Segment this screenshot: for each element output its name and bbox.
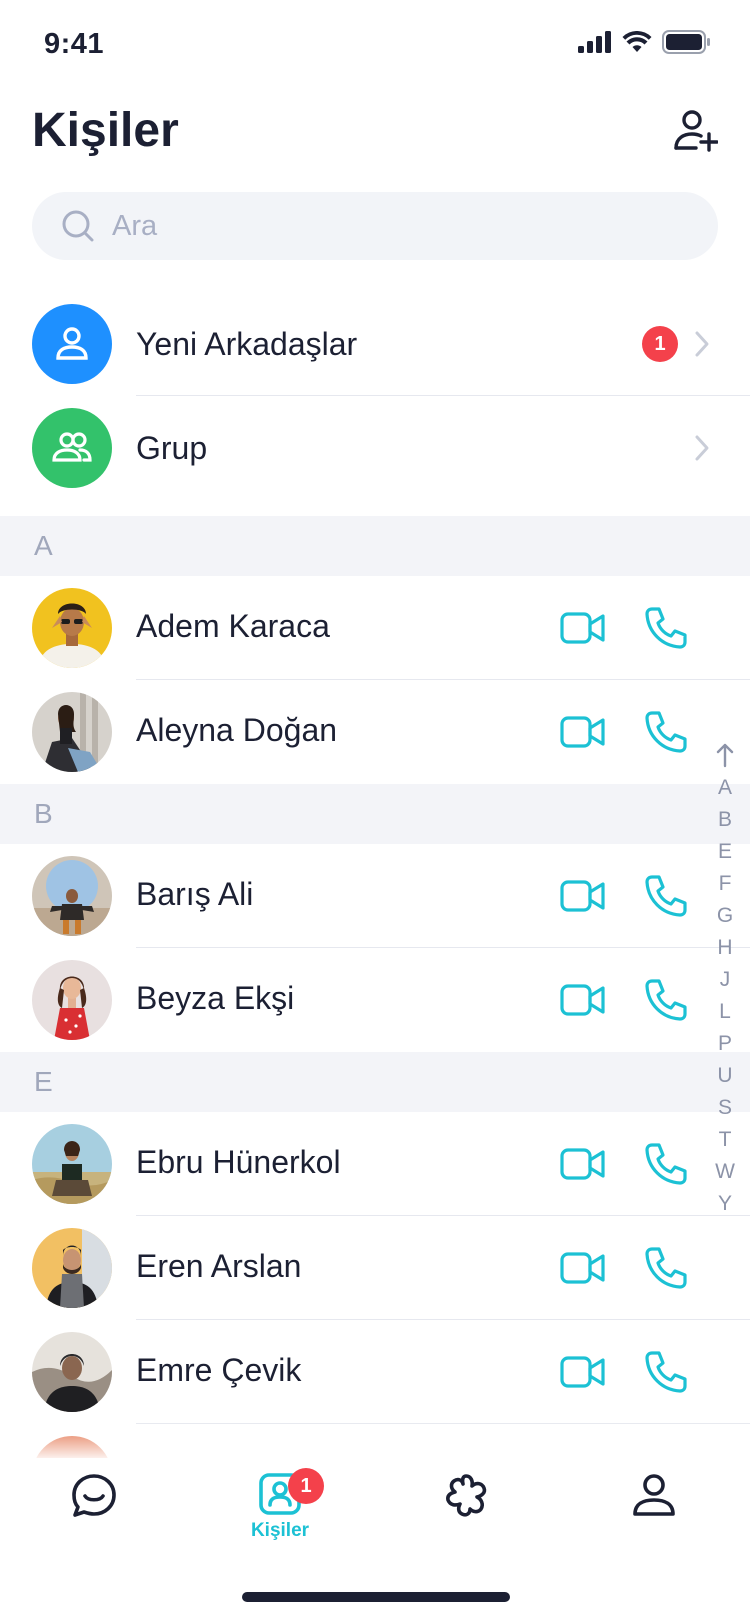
contact-row[interactable]: Ebru Hünerkol [0, 1112, 750, 1216]
contacts-list: A Adem Karaca Aleyna Doğan B Barış Ali B… [0, 516, 750, 1528]
video-call-icon[interactable] [560, 1144, 606, 1184]
index-letter[interactable]: W [715, 1156, 735, 1188]
status-time: 9:41 [44, 28, 105, 60]
group-icon [32, 408, 112, 488]
section-header-a: A [0, 516, 750, 576]
video-call-icon[interactable] [560, 1248, 606, 1288]
group-row[interactable]: Grup [0, 396, 750, 500]
add-user-icon [674, 110, 718, 152]
contact-name: Ebru Hünerkol [136, 1144, 341, 1180]
phone-icon[interactable] [644, 606, 688, 650]
page-title: Kişiler [32, 104, 179, 157]
phone-icon[interactable] [644, 1142, 688, 1186]
index-letter[interactable]: J [720, 964, 731, 996]
section-header-b: B [0, 784, 750, 844]
wifi-icon [622, 31, 652, 52]
video-call-icon[interactable] [560, 608, 606, 648]
contact-row[interactable]: Eren Arslan [0, 1216, 750, 1320]
add-contact-button[interactable] [672, 106, 720, 154]
tab-profile[interactable] [594, 1472, 714, 1562]
avatar [32, 1124, 112, 1204]
avatar [32, 588, 112, 668]
list-fade [0, 1420, 750, 1458]
status-icons [578, 30, 710, 54]
index-letter[interactable]: L [719, 996, 731, 1028]
status-bar: 9:41 [0, 0, 750, 90]
video-call-icon[interactable] [560, 980, 606, 1020]
video-call-icon[interactable] [560, 1352, 606, 1392]
avatar [32, 960, 112, 1040]
tab-contacts-label: Kişiler [250, 1520, 310, 1541]
phone-icon[interactable] [644, 1350, 688, 1394]
index-letter[interactable]: E [718, 836, 732, 868]
contact-name: Eren Arslan [136, 1248, 302, 1284]
contact-row[interactable]: Adem Karaca [0, 576, 750, 680]
contact-name: Adem Karaca [136, 608, 330, 644]
chat-icon [72, 1474, 116, 1517]
contact-name: Aleyna Doğan [136, 712, 338, 748]
avatar [32, 856, 112, 936]
contact-name: Barış Ali [136, 876, 254, 912]
search-input[interactable] [112, 209, 672, 243]
index-letter[interactable]: G [717, 900, 733, 932]
contact-row[interactable]: Beyza Ekşi [0, 948, 750, 1052]
contact-row[interactable]: Barış Ali [0, 844, 750, 948]
video-call-icon[interactable] [560, 876, 606, 916]
home-indicator [242, 1592, 510, 1602]
video-call-icon[interactable] [560, 712, 606, 752]
alphabet-index[interactable]: A B E F G H J L P U S T W Y [712, 738, 738, 1220]
index-letter[interactable]: S [718, 1092, 732, 1124]
phone-icon[interactable] [644, 1246, 688, 1290]
tab-contacts-badge: 1 [288, 1468, 324, 1504]
chevron-right-icon [695, 435, 709, 461]
search-bar[interactable] [32, 192, 718, 260]
search-icon [62, 210, 94, 242]
contact-row[interactable]: Aleyna Doğan [0, 680, 750, 784]
index-letter[interactable]: A [718, 772, 732, 804]
flower-icon [446, 1474, 487, 1517]
section-header-e: E [0, 1052, 750, 1112]
contact-name: Emre Çevik [136, 1352, 302, 1388]
chevron-right-icon [695, 331, 709, 357]
avatar [32, 1228, 112, 1308]
new-friends-badge: 1 [642, 326, 678, 362]
index-letter[interactable]: T [719, 1124, 732, 1156]
contact-name: Beyza Ekşi [136, 980, 295, 1016]
profile-icon [633, 1474, 675, 1516]
signal-icon [578, 31, 611, 53]
index-letter[interactable]: P [718, 1028, 732, 1060]
phone-icon[interactable] [644, 978, 688, 1022]
tab-chats[interactable] [34, 1472, 154, 1562]
index-letter[interactable]: H [717, 932, 732, 964]
avatar [32, 1332, 112, 1412]
tab-discover[interactable] [406, 1472, 526, 1562]
user-icon [32, 304, 112, 384]
index-letter[interactable]: F [719, 868, 732, 900]
tab-contacts[interactable]: Kişiler 1 [220, 1468, 340, 1562]
group-label: Grup [136, 429, 208, 466]
scroll-top-arrow-icon[interactable] [716, 738, 734, 772]
new-friends-label: Yeni Arkadaşlar [136, 325, 358, 362]
new-friends-row[interactable]: Yeni Arkadaşlar 1 [0, 292, 750, 396]
battery-icon [662, 30, 710, 54]
special-list: Yeni Arkadaşlar 1 Grup [0, 292, 750, 500]
index-letter[interactable]: Y [718, 1188, 732, 1220]
index-letter[interactable]: U [717, 1060, 732, 1092]
avatar [32, 692, 112, 772]
index-letter[interactable]: B [718, 804, 732, 836]
contact-row[interactable]: Emre Çevik [0, 1320, 750, 1424]
phone-icon[interactable] [644, 710, 688, 754]
phone-icon[interactable] [644, 874, 688, 918]
